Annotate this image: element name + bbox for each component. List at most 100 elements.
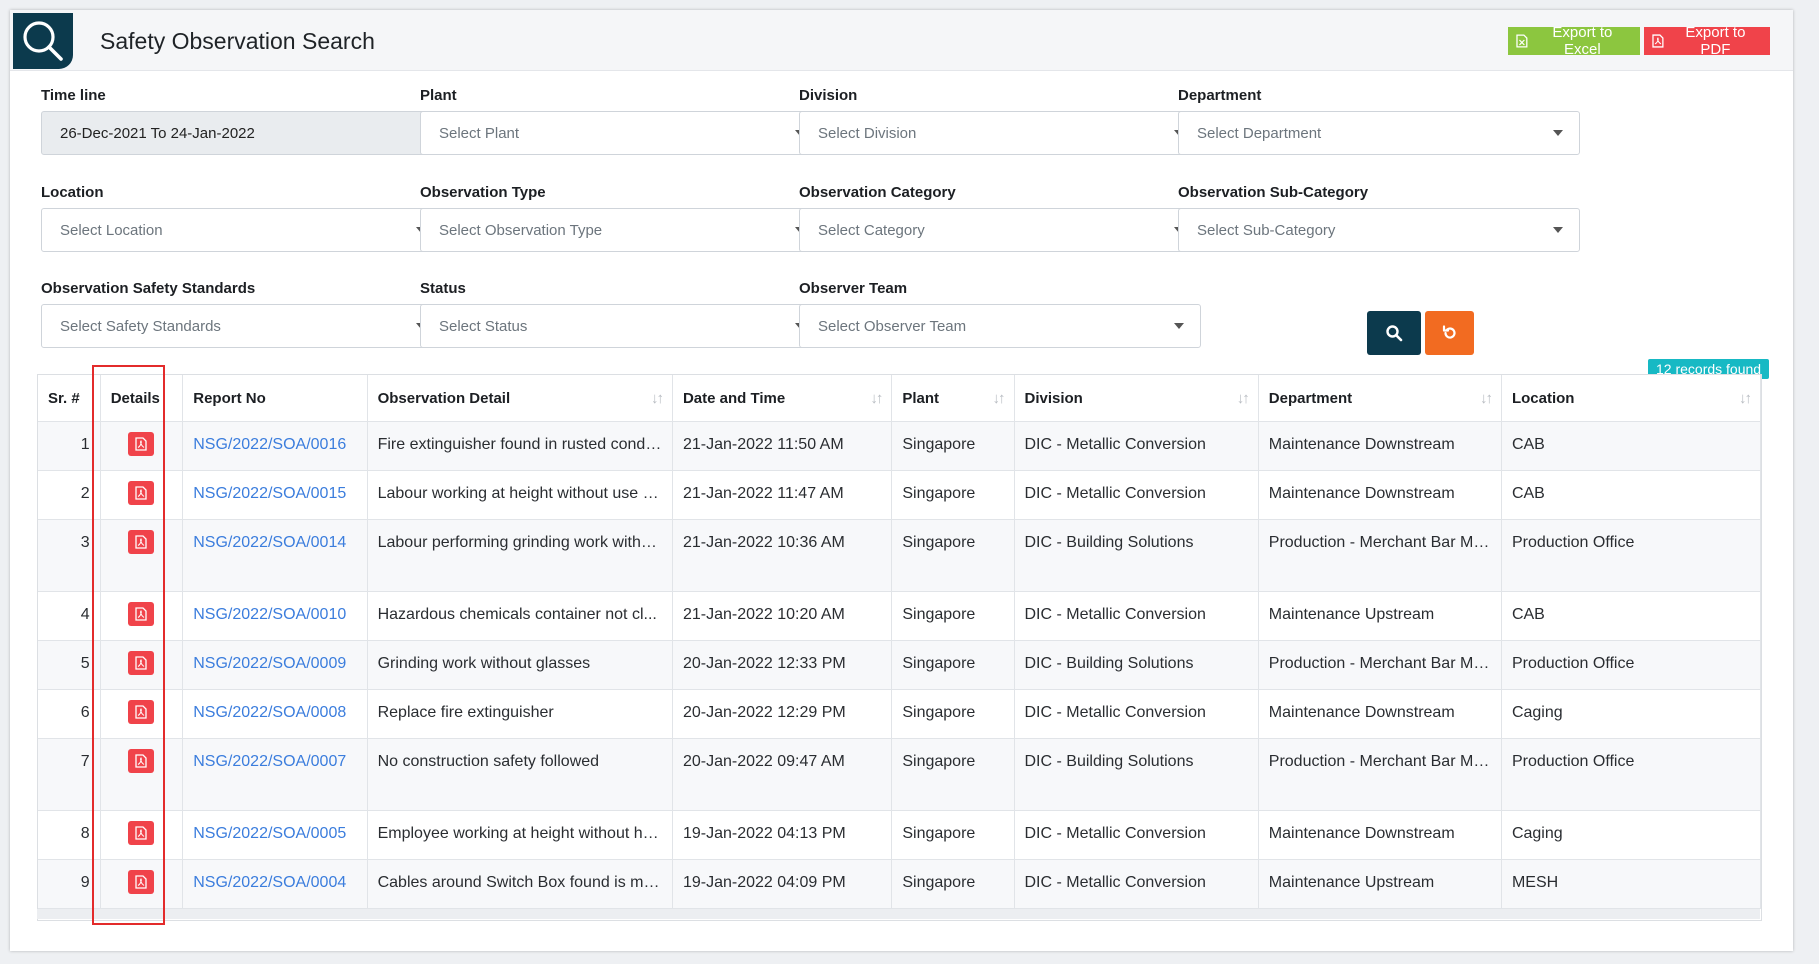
cell-sr: 7 <box>38 738 101 811</box>
pdf-details-button[interactable] <box>128 821 155 845</box>
cell-report-no[interactable]: NSG/2022/SOA/0008 <box>182 689 368 739</box>
timeline-input[interactable]: 26-Dec-2021 To 24-Jan-2022 <box>41 111 443 155</box>
file-pdf-icon <box>135 535 148 549</box>
search-button[interactable] <box>1367 311 1421 355</box>
table-header-row: Sr. # Details Report No Observation Deta… <box>38 375 1761 422</box>
location-select[interactable]: Select Location <box>41 208 443 252</box>
col-header-plant[interactable]: Plant ↓↑ <box>891 375 1015 422</box>
col-header-observation-detail[interactable]: Observation Detail ↓↑ <box>367 375 673 422</box>
cell-date-time: 19-Jan-2022 04:13 PM <box>672 810 893 860</box>
pdf-details-button[interactable] <box>128 651 155 675</box>
cell-sr: 3 <box>38 519 101 592</box>
caret-down-icon <box>1553 227 1563 233</box>
cell-division: DIC - Building Solutions <box>1014 738 1259 811</box>
cell-report-no[interactable]: NSG/2022/SOA/0004 <box>182 859 368 909</box>
col-header-location[interactable]: Location ↓↑ <box>1501 375 1761 422</box>
status-placeholder: Select Status <box>439 317 528 335</box>
cell-report-no[interactable]: NSG/2022/SOA/0010 <box>182 591 368 641</box>
cell-report-no[interactable]: NSG/2022/SOA/0014 <box>182 519 368 592</box>
pdf-details-button[interactable] <box>128 870 155 894</box>
safety-standards-filter: Observation Safety Standards Select Safe… <box>41 280 443 348</box>
cell-division: DIC - Metallic Conversion <box>1014 810 1259 860</box>
pdf-details-button[interactable] <box>128 700 155 724</box>
cell-location: Production Office <box>1501 640 1761 690</box>
observation-subcategory-select[interactable]: Select Sub-Category <box>1178 208 1580 252</box>
report-link[interactable]: NSG/2022/SOA/0007 <box>193 753 346 770</box>
refresh-icon <box>1442 325 1456 339</box>
observation-type-select[interactable]: Select Observation Type <box>420 208 822 252</box>
safety-standards-placeholder: Select Safety Standards <box>60 317 221 335</box>
cell-division: DIC - Metallic Conversion <box>1014 591 1259 641</box>
report-link[interactable]: NSG/2022/SOA/0005 <box>193 825 346 842</box>
cell-report-no[interactable]: NSG/2022/SOA/0005 <box>182 810 368 860</box>
sort-icon[interactable]: ↓↑ <box>651 390 664 407</box>
cell-details <box>100 470 184 520</box>
report-link[interactable]: NSG/2022/SOA/0010 <box>193 606 346 623</box>
pdf-details-button[interactable] <box>128 530 155 554</box>
pdf-details-button[interactable] <box>128 432 155 456</box>
cell-observation-detail: Grinding work without glasses <box>367 640 673 690</box>
report-link[interactable]: NSG/2022/SOA/0004 <box>193 874 346 891</box>
file-pdf-icon <box>135 607 148 621</box>
reset-button[interactable] <box>1425 311 1474 355</box>
cell-report-no[interactable]: NSG/2022/SOA/0009 <box>182 640 368 690</box>
horizontal-scrollbar[interactable] <box>37 909 1760 919</box>
cell-observation-detail: Fire extinguisher found in rusted condi.… <box>367 421 673 471</box>
status-select[interactable]: Select Status <box>420 304 822 348</box>
cell-sr: 2 <box>38 470 101 520</box>
sort-icon[interactable]: ↓↑ <box>1480 390 1493 407</box>
col-header-date-time[interactable]: Date and Time ↓↑ <box>672 375 893 422</box>
division-filter: Division Select Division <box>799 87 1201 155</box>
safety-standards-label: Observation Safety Standards <box>41 280 256 297</box>
report-link[interactable]: NSG/2022/SOA/0015 <box>193 485 346 502</box>
cell-division: DIC - Metallic Conversion <box>1014 859 1259 909</box>
cell-date-time: 19-Jan-2022 04:09 PM <box>672 859 893 909</box>
caret-down-icon <box>1174 323 1184 329</box>
sort-icon[interactable]: ↓↑ <box>1237 390 1250 407</box>
table-row: 4 NSG/2022/SOA/0010 Hazardous chemicals … <box>38 591 1761 641</box>
department-select[interactable]: Select Department <box>1178 111 1580 155</box>
observer-team-label: Observer Team <box>799 280 908 297</box>
observation-category-select[interactable]: Select Category <box>799 208 1201 252</box>
report-link[interactable]: NSG/2022/SOA/0016 <box>193 436 346 453</box>
cell-details <box>100 689 184 739</box>
cell-division: DIC - Metallic Conversion <box>1014 421 1259 471</box>
status-filter: Status Select Status <box>420 280 822 348</box>
cell-report-no[interactable]: NSG/2022/SOA/0015 <box>182 470 368 520</box>
observer-team-select[interactable]: Select Observer Team <box>799 304 1201 348</box>
pdf-details-button[interactable] <box>128 602 155 626</box>
cell-date-time: 21-Jan-2022 11:47 AM <box>672 470 893 520</box>
plant-select[interactable]: Select Plant <box>420 111 822 155</box>
search-header-icon <box>13 13 73 69</box>
cell-observation-detail: Employee working at height without ha... <box>367 810 673 860</box>
cell-location: Production Office <box>1501 519 1761 592</box>
cell-location: CAB <box>1501 470 1761 520</box>
report-link[interactable]: NSG/2022/SOA/0009 <box>193 655 346 672</box>
observation-subcategory-filter: Observation Sub-Category Select Sub-Cate… <box>1178 184 1580 252</box>
col-header-report-no[interactable]: Report No <box>182 375 368 422</box>
cell-report-no[interactable]: NSG/2022/SOA/0007 <box>182 738 368 811</box>
col-header-details: Details <box>100 375 184 422</box>
cell-sr: 1 <box>38 421 101 471</box>
cell-observation-detail: Hazardous chemicals container not cl... <box>367 591 673 641</box>
report-link[interactable]: NSG/2022/SOA/0008 <box>193 704 346 721</box>
cell-department: Maintenance Downstream <box>1258 470 1502 520</box>
cell-department: Production - Merchant Bar Mills <box>1258 519 1502 592</box>
sort-icon[interactable]: ↓↑ <box>993 390 1006 407</box>
export-excel-button[interactable]: Export to Excel <box>1508 24 1640 58</box>
table-row: 3 NSG/2022/SOA/0014 Labour performing gr… <box>38 519 1761 592</box>
pdf-details-button[interactable] <box>128 481 155 505</box>
cell-sr: 4 <box>38 591 101 641</box>
division-select[interactable]: Select Division <box>799 111 1201 155</box>
cell-report-no[interactable]: NSG/2022/SOA/0016 <box>182 421 368 471</box>
pdf-details-button[interactable] <box>128 749 155 773</box>
export-pdf-button[interactable]: Export to PDF <box>1644 24 1770 58</box>
cell-date-time: 21-Jan-2022 10:36 AM <box>672 519 893 592</box>
col-header-division[interactable]: Division ↓↑ <box>1014 375 1259 422</box>
location-placeholder: Select Location <box>60 221 163 239</box>
sort-icon[interactable]: ↓↑ <box>870 390 883 407</box>
col-header-department[interactable]: Department ↓↑ <box>1258 375 1502 422</box>
sort-icon[interactable]: ↓↑ <box>1739 390 1752 407</box>
report-link[interactable]: NSG/2022/SOA/0014 <box>193 534 346 551</box>
safety-standards-select[interactable]: Select Safety Standards <box>41 304 443 348</box>
